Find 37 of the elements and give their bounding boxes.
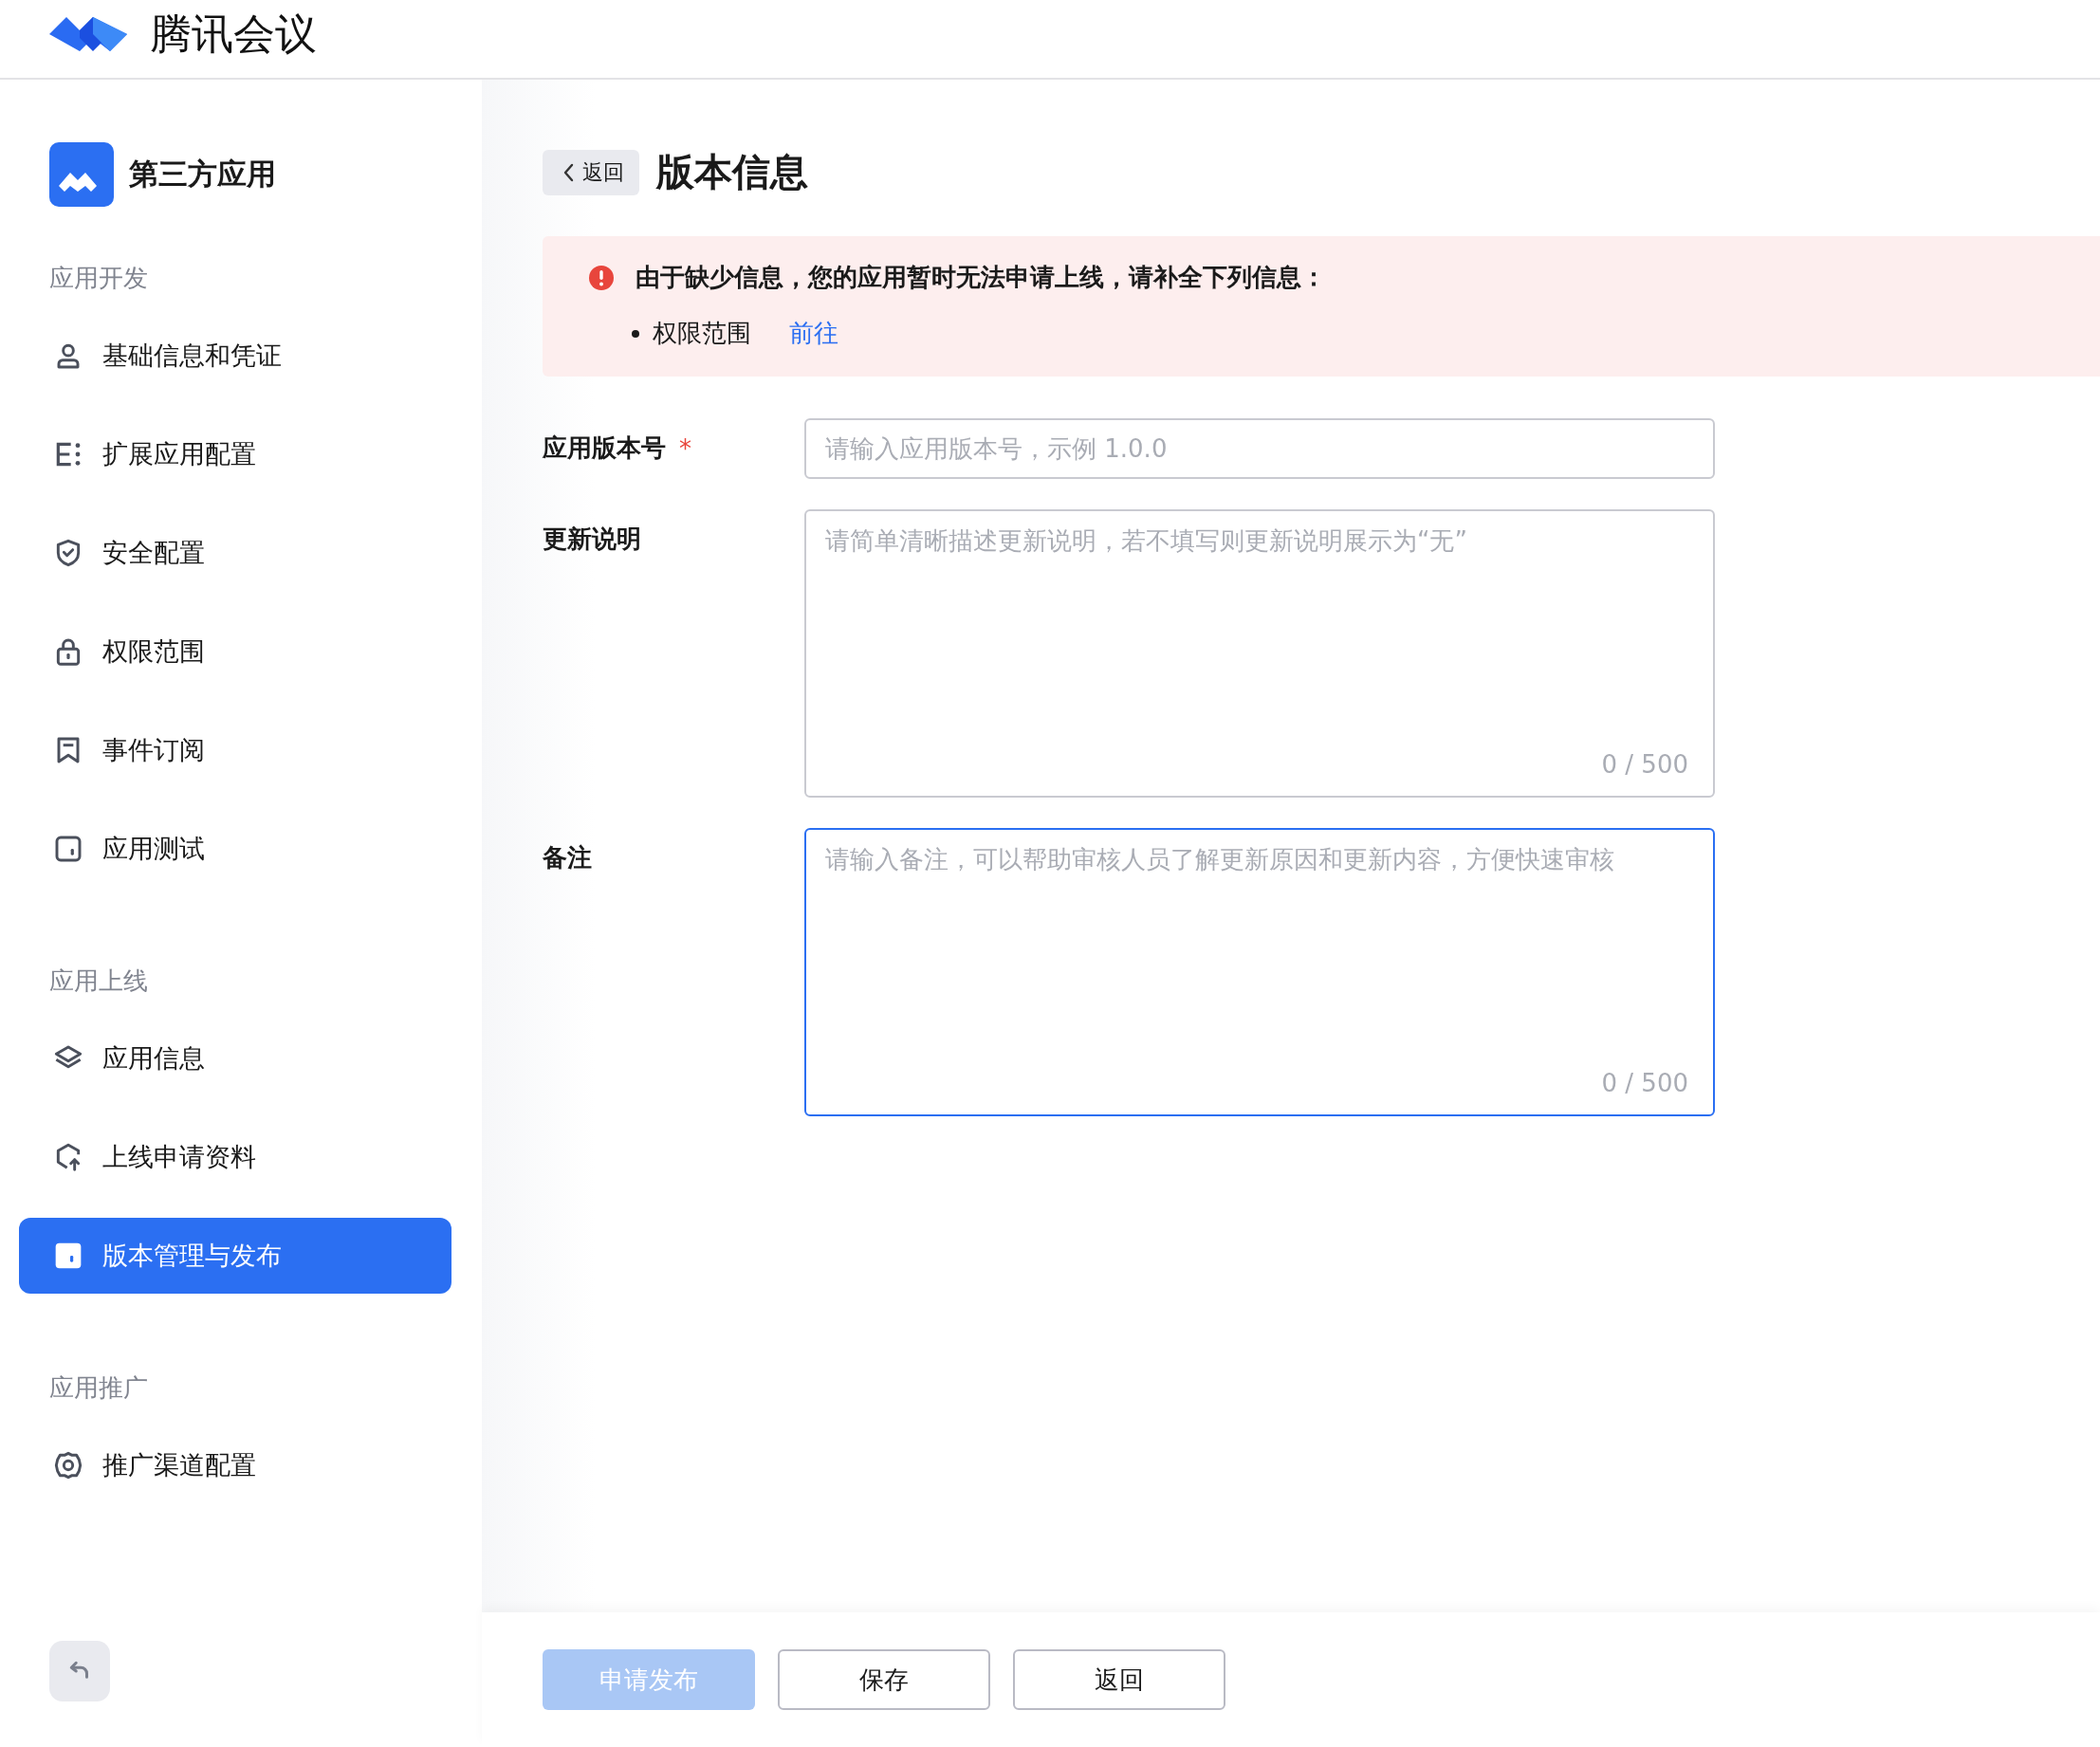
field-label: 更新说明 xyxy=(543,524,641,555)
nav-item[interactable]: 上线申请资料 xyxy=(19,1119,451,1195)
error-icon xyxy=(588,264,615,291)
nav-item[interactable]: 应用信息 xyxy=(19,1021,451,1096)
input-field[interactable]: 请输入应用版本号，示例 1.0.0 xyxy=(804,418,1715,479)
field-label: 应用版本号 xyxy=(543,432,666,464)
square-icon xyxy=(53,1241,83,1271)
nav-item[interactable]: 安全配置 xyxy=(19,515,451,591)
action-button[interactable]: 保存 xyxy=(778,1649,990,1710)
missing-item: 权限范围 xyxy=(653,318,751,349)
brand-name: 腾讯会议 xyxy=(150,8,317,60)
square-icon xyxy=(53,834,83,864)
required-mark: * xyxy=(679,433,691,463)
field-label: 备注 xyxy=(543,842,592,874)
character-counter: 0 / 500 xyxy=(1601,1069,1688,1097)
section-heading: 应用上线 xyxy=(48,965,149,997)
app-logo-icon xyxy=(49,142,114,207)
nav-item[interactable]: 事件订阅 xyxy=(19,712,451,788)
nav-item[interactable]: 推广渠道配置 xyxy=(19,1427,451,1503)
alert-message: 由于缺少信息，您的应用暂时无法申请上线，请补全下列信息： xyxy=(636,262,1326,293)
go-link[interactable]: 前往 xyxy=(789,317,838,350)
section-heading: 应用开发 xyxy=(48,263,149,294)
nav-item[interactable]: 基础信息和凭证 xyxy=(19,318,451,394)
back-button[interactable]: 返回 xyxy=(543,149,639,195)
action-button[interactable]: 返回 xyxy=(1013,1649,1225,1710)
undo-button[interactable] xyxy=(49,1641,110,1701)
bullet-icon xyxy=(632,329,639,338)
nav-item[interactable]: 应用测试 xyxy=(19,811,451,887)
chevron-left-icon xyxy=(563,162,575,182)
app-name: 第三方应用 xyxy=(129,156,276,193)
nav-item[interactable]: 权限范围 xyxy=(19,614,451,690)
character-counter: 0 / 500 xyxy=(1601,750,1688,779)
nav-item[interactable]: 版本管理与发布 xyxy=(19,1218,451,1294)
nav-item[interactable]: 扩展应用配置 xyxy=(19,416,451,492)
gear-icon xyxy=(53,1450,83,1480)
section-heading: 应用推广 xyxy=(48,1372,149,1404)
page-title: 版本信息 xyxy=(656,149,808,195)
